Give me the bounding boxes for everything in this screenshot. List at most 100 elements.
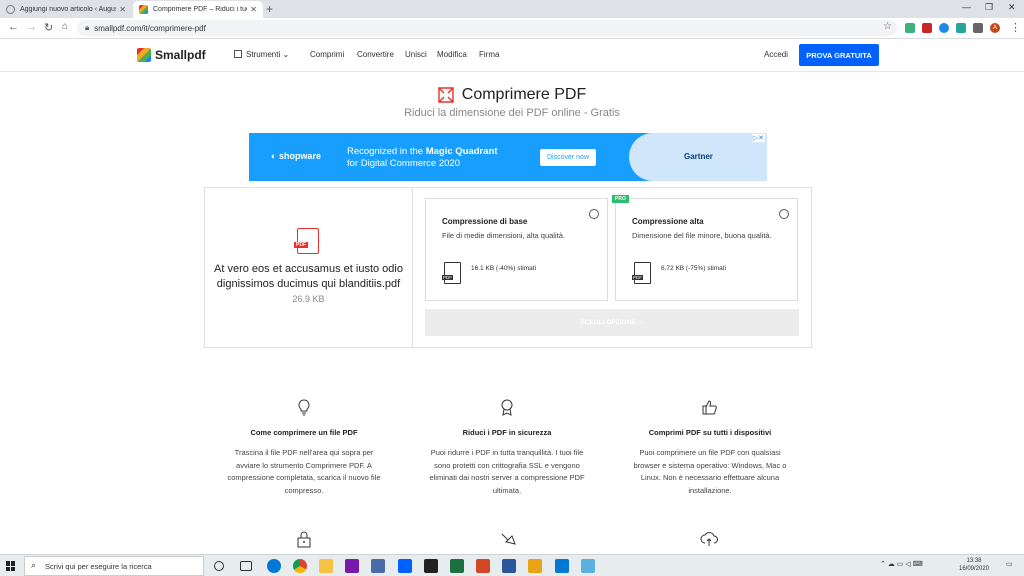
- windows-taskbar: ⌕ Scrivi qui per eseguire la ricerca ⌃ ☁…: [0, 554, 1024, 576]
- thumbs-up-icon: [702, 400, 717, 415]
- grid-icon: [234, 50, 242, 58]
- option-basic-compression[interactable]: Compressione di base File di medie dimen…: [425, 198, 608, 301]
- browser-tab[interactable]: Aggiungi nuovo articolo ‹ Augus ✕: [0, 1, 132, 18]
- login-link[interactable]: Accedi: [764, 50, 788, 59]
- calculator-icon[interactable]: [371, 559, 385, 573]
- choose-option-button[interactable]: SCEGLI OPZIONE →: [425, 309, 799, 336]
- puzzle-icon[interactable]: [973, 23, 983, 33]
- excel-icon[interactable]: [450, 559, 464, 573]
- ad-partner: Gartner: [684, 152, 713, 161]
- share-extension-icon[interactable]: [905, 23, 915, 33]
- option-title: Compressione di base: [442, 217, 528, 226]
- advertisement-banner[interactable]: ◐ shopware Recognized in the Magic Quadr…: [249, 133, 767, 181]
- app-icon[interactable]: [581, 559, 595, 573]
- browser-tab-active[interactable]: Comprimere PDF – Riduci i tuoi P ✕: [133, 1, 263, 18]
- extension-icon[interactable]: [939, 23, 949, 33]
- tab-title: Comprimere PDF – Riduci i tuoi P: [153, 6, 247, 13]
- edge-icon[interactable]: [267, 559, 281, 573]
- feature-text: Puoi comprimere un file PDF con qualsias…: [633, 448, 787, 495]
- pdf-document-icon: PDF: [632, 262, 651, 284]
- tab-title: Aggiungi nuovo articolo ‹ Augus: [20, 6, 117, 13]
- page-subtitle: Riduci la dimensione dei PDF online - Gr…: [404, 107, 620, 119]
- pdf-file-icon: PDF: [294, 228, 319, 254]
- nav-edit[interactable]: Modifica: [437, 50, 467, 59]
- close-window-icon[interactable]: ✕: [1008, 2, 1016, 13]
- reload-icon[interactable]: ↻: [44, 21, 53, 34]
- address-bar[interactable]: 🔒︎ smallpdf.com/it/comprimere-pdf: [77, 20, 897, 36]
- home-icon[interactable]: ⌂: [62, 21, 68, 32]
- feature-security: Riduci i PDF in sicurezza Puoi ridurre i…: [427, 398, 587, 497]
- cortana-icon[interactable]: [214, 561, 224, 571]
- cloud-upload-icon: [700, 532, 718, 546]
- dropbox-icon[interactable]: [398, 559, 412, 573]
- word-icon[interactable]: [502, 559, 516, 573]
- page-heading: Comprimere PDF: [461, 86, 587, 103]
- maximize-icon[interactable]: ❐: [985, 2, 993, 13]
- nav-compress[interactable]: Comprimi: [310, 50, 344, 59]
- app-icon[interactable]: [424, 559, 438, 573]
- menu-dots-icon[interactable]: ⋮: [1010, 21, 1021, 34]
- bookmark-star-icon[interactable]: ☆: [883, 21, 892, 32]
- feature-heading: Come comprimere un file PDF: [250, 428, 358, 437]
- page-title: Comprimere PDF: [0, 86, 1024, 104]
- option-description: Dimensione del file minore, buona qualit…: [632, 231, 772, 240]
- feature-heading: Riduci i PDF in sicurezza: [462, 428, 552, 437]
- option-radio[interactable]: [779, 209, 789, 219]
- pro-badge: PRO: [612, 195, 629, 203]
- taskbar-search[interactable]: ⌕ Scrivi qui per eseguire la ricerca: [24, 556, 204, 576]
- site-logo[interactable]: Smallpdf: [137, 48, 206, 62]
- feature-how-to: Come comprimere un file PDF Trascina il …: [224, 398, 384, 497]
- powerpoint-icon[interactable]: [476, 559, 490, 573]
- close-tab-icon[interactable]: ✕: [250, 5, 257, 14]
- nav-merge[interactable]: Unisci: [405, 50, 427, 59]
- nav-tools[interactable]: Strumenti ⌄: [234, 50, 289, 59]
- profile-avatar[interactable]: A: [990, 23, 1000, 33]
- search-placeholder: Scrivi qui per eseguire la ricerca: [45, 561, 152, 571]
- ad-brand: ◐ shopware: [271, 151, 321, 161]
- compression-card: PDF At vero eos et accusamus et iusto od…: [204, 187, 812, 348]
- file-explorer-icon[interactable]: [319, 559, 333, 573]
- back-icon[interactable]: ←: [8, 21, 19, 33]
- system-clock[interactable]: 13:38 16/09/2020: [959, 557, 989, 573]
- pdf-document-icon: PDF: [442, 262, 461, 284]
- lightbulb-icon: [298, 399, 310, 416]
- app-icon[interactable]: [528, 559, 542, 573]
- option-title: Compressione alta: [632, 217, 704, 226]
- nav-sign[interactable]: Firma: [479, 50, 499, 59]
- free-trial-button[interactable]: PROVA GRATUITA: [799, 44, 879, 66]
- close-tab-icon[interactable]: ✕: [119, 5, 126, 14]
- file-size: 26.9 KB: [292, 294, 325, 304]
- onenote-icon[interactable]: [345, 559, 359, 573]
- option-high-compression[interactable]: PRO Compressione alta Dimensione del fil…: [612, 195, 798, 301]
- browser-tab-bar: Aggiungi nuovo articolo ‹ Augus ✕ Compri…: [0, 0, 1024, 18]
- award-ribbon-icon: [501, 399, 513, 416]
- ad-close-icon[interactable]: ▷✕: [751, 134, 765, 142]
- broom-icon: [501, 533, 516, 545]
- globe-icon: [6, 5, 15, 14]
- minimize-icon[interactable]: —: [962, 2, 971, 12]
- nav-convert[interactable]: Convertire: [357, 50, 394, 59]
- smallpdf-logo-icon: [137, 48, 151, 62]
- url-text: smallpdf.com/it/comprimere-pdf: [94, 23, 206, 33]
- notifications-icon[interactable]: ▭: [1006, 560, 1013, 568]
- new-tab-icon[interactable]: +: [266, 2, 273, 16]
- tray-icons[interactable]: ⌃ ☁ ▭ ◁ ⌨: [880, 560, 923, 568]
- feature-text: Puoi ridurre i PDF in tutta tranquillità…: [429, 448, 585, 495]
- lock-icon: 🔒︎: [85, 23, 90, 32]
- mail-icon[interactable]: [555, 559, 569, 573]
- divider: [412, 188, 413, 347]
- compress-icon: [438, 87, 454, 103]
- windows-start-icon[interactable]: [6, 561, 16, 571]
- lock-icon: [297, 531, 311, 548]
- task-view-icon[interactable]: [240, 561, 252, 571]
- ad-message: Recognized in the Magic Quadrant for Dig…: [347, 146, 498, 169]
- extension-icon[interactable]: [956, 23, 966, 33]
- option-radio[interactable]: [589, 209, 599, 219]
- chrome-icon[interactable]: [293, 559, 307, 573]
- search-icon: ⌕: [31, 560, 37, 570]
- pdf-extension-icon[interactable]: [922, 23, 932, 33]
- site-header: Smallpdf Strumenti ⌄ Comprimi Convertire…: [0, 39, 1024, 72]
- forward-icon[interactable]: →: [26, 21, 37, 33]
- ad-discover-button[interactable]: Discover now: [540, 149, 596, 166]
- file-name: At vero eos et accusamus et iusto odio d…: [214, 263, 403, 290]
